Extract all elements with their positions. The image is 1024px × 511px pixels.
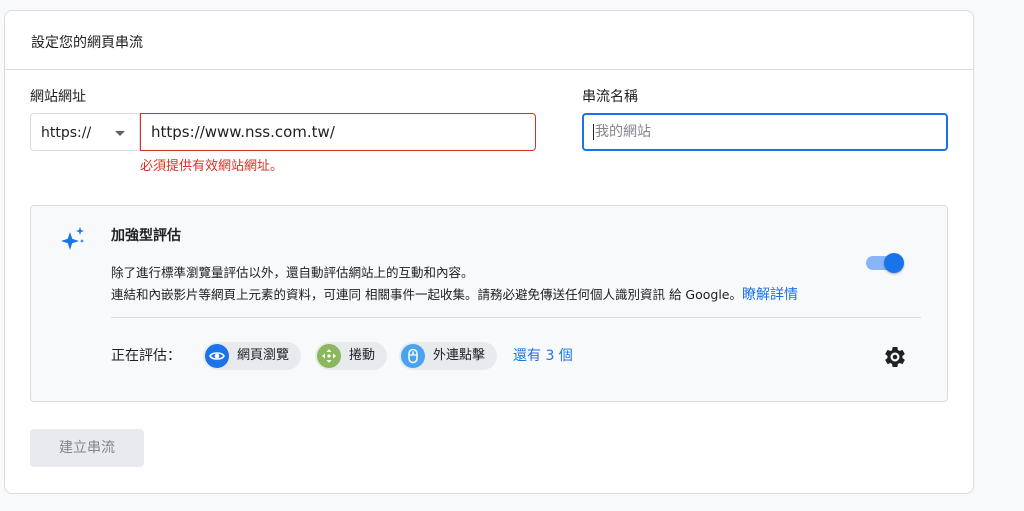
learn-more-link[interactable]: 瞭解詳情 <box>742 287 798 303</box>
stream-name-placeholder: 我的網站 <box>595 124 651 140</box>
chip-label: 外連點擊 <box>433 348 486 363</box>
toggle-thumb <box>884 253 904 273</box>
website-url-label: 網站網址 <box>30 89 86 105</box>
chevron-down-icon <box>115 131 125 136</box>
chip-outbound-clicks: 外連點擊 <box>399 342 498 370</box>
description-line-1: 除了進行標準瀏覽量評估以外，還自動評估網站上的互動和內容。 <box>111 265 474 280</box>
chip-label: 捲動 <box>349 348 376 363</box>
enhanced-measurement-toggle[interactable] <box>864 253 906 273</box>
chip-scrolls: 捲動 <box>315 342 388 370</box>
stream-name-input[interactable]: 我的網站 <box>582 113 948 151</box>
website-url-input[interactable]: https://www.nss.com.tw/ <box>140 113 536 151</box>
more-events-link[interactable]: 還有 3 個 <box>513 346 573 366</box>
move-icon <box>317 344 341 368</box>
divider <box>111 317 921 318</box>
divider <box>5 69 973 70</box>
web-stream-setup-card: 設定您的網頁串流 網站網址 串流名稱 https:// https://www.… <box>4 10 974 494</box>
chip-page-views: 網頁瀏覽 <box>203 342 302 370</box>
measuring-label: 正在評估： <box>111 348 181 364</box>
enhanced-measurement-description: 除了進行標準瀏覽量評估以外，還自動評估網站上的互動和內容。 連結和內嵌影片等網頁… <box>111 262 798 306</box>
create-stream-button[interactable]: 建立串流 <box>30 429 144 467</box>
sparkle-icon <box>61 227 84 250</box>
card-title: 設定您的網頁串流 <box>31 35 143 51</box>
description-line-2: 連結和內嵌影片等網頁上元素的資料，可連同 相關事件一起收集。請務必避免傳送任何個… <box>111 284 798 306</box>
enhanced-measurement-panel: 加強型評估 除了進行標準瀏覽量評估以外，還自動評估網站上的互動和內容。 連結和內… <box>30 205 948 402</box>
mouse-icon <box>401 344 425 368</box>
eye-icon <box>205 344 229 368</box>
stream-name-label: 串流名稱 <box>582 89 638 105</box>
enhanced-measurement-title: 加強型評估 <box>111 228 181 244</box>
protocol-value: https:// <box>41 125 92 141</box>
url-error-message: 必須提供有效網站網址。 <box>140 159 284 174</box>
description-line-2-text: 連結和內嵌影片等網頁上元素的資料，可連同 相關事件一起收集。請務必避免傳送任何個… <box>111 287 743 302</box>
gear-icon[interactable] <box>883 345 907 369</box>
text-cursor <box>593 124 594 140</box>
chip-label: 網頁瀏覽 <box>237 348 290 363</box>
protocol-select[interactable]: https:// <box>30 113 140 151</box>
